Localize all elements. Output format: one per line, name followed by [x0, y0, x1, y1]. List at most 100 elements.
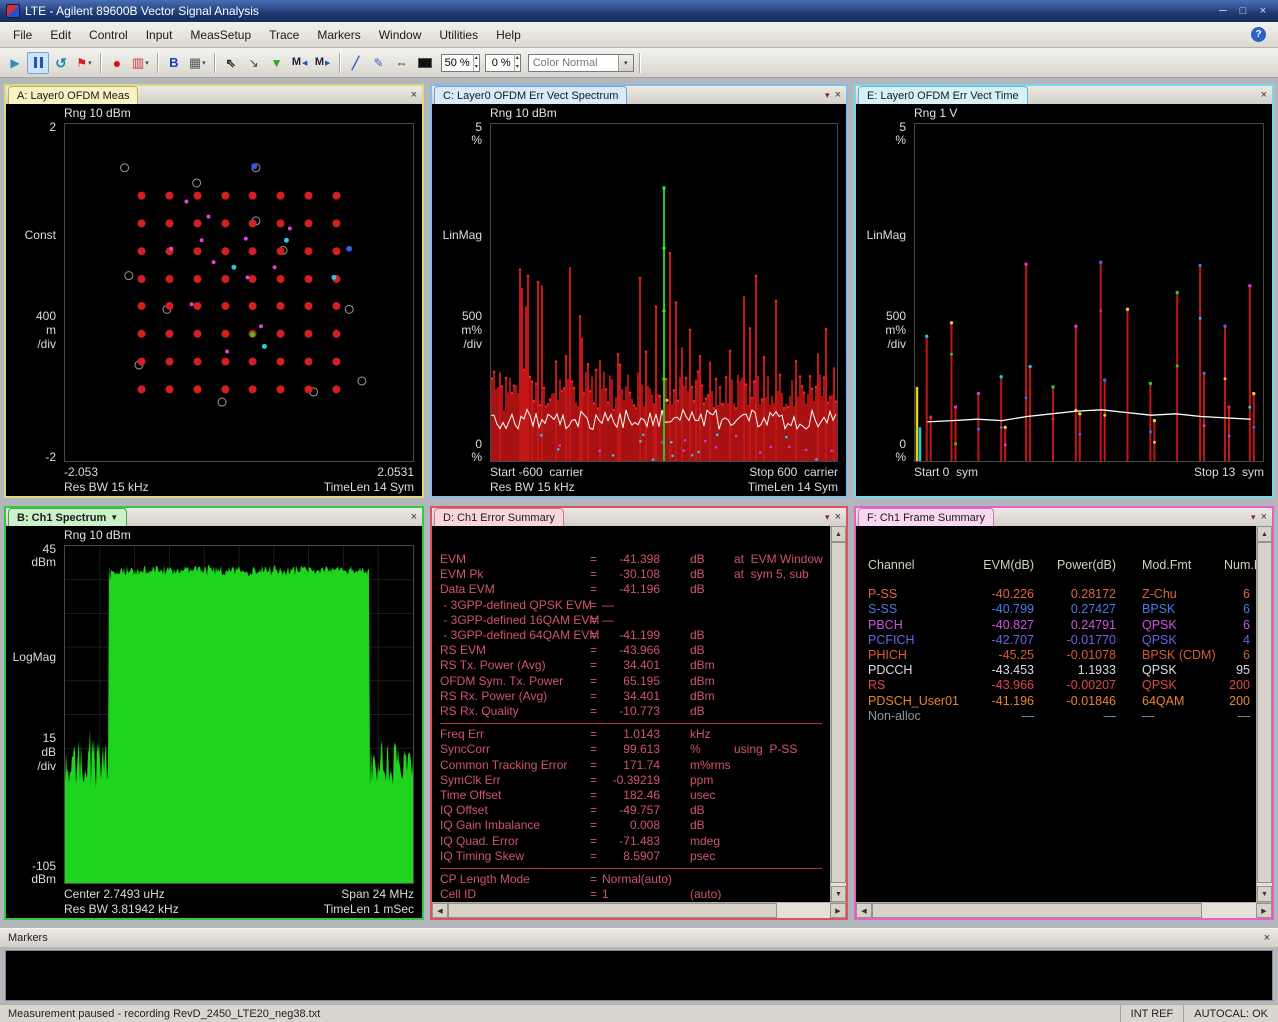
panel-d-vertical-scrollbar[interactable]: ▲ ▼	[830, 526, 846, 902]
play-button[interactable]: ▶	[4, 52, 26, 74]
panel-a-tab[interactable]: A: Layer0 OFDM Meas	[8, 86, 138, 104]
scroll-up-icon[interactable]: ▲	[831, 526, 846, 542]
select-tool-button[interactable]: ⇖	[220, 52, 242, 74]
record-dropdown-icon[interactable]: ▾	[145, 59, 149, 67]
b-tool-button[interactable]: B	[163, 52, 185, 74]
record-setup-button[interactable]: ▥▾	[129, 52, 152, 74]
panel-f-vertical-scrollbar[interactable]: ▲ ▼	[1256, 526, 1272, 902]
panel-f-close-icon[interactable]: ×	[1261, 512, 1267, 523]
menu-edit[interactable]: Edit	[41, 25, 80, 45]
restart-button[interactable]: ↺	[50, 52, 72, 74]
display-button[interactable]	[414, 52, 436, 74]
menu-markers[interactable]: Markers	[308, 25, 369, 45]
panel-e-plot-area[interactable]	[914, 123, 1264, 462]
menu-meassetup[interactable]: MeasSetup	[181, 25, 260, 45]
panel-c-close-icon[interactable]: ×	[835, 90, 841, 101]
panel-d-close-icon[interactable]: ×	[835, 512, 841, 523]
record-button[interactable]: ●	[106, 52, 128, 74]
minimize-button[interactable]: ─	[1214, 5, 1232, 17]
frame-summary-rows: P-SS-40.2260.28172Z-Chu6S-SS-40.7990.274…	[868, 587, 1250, 724]
y-axis-min-label: -2	[45, 451, 56, 464]
panel-d-menu-icon[interactable]: ▾	[825, 513, 830, 522]
panel-b-close-icon[interactable]: ×	[411, 512, 417, 523]
zoom-icon: ↘	[249, 57, 259, 69]
help-icon[interactable]: ?	[1251, 27, 1266, 42]
panel-d-horizontal-scrollbar[interactable]: ◀ ▶	[432, 902, 846, 918]
marker-right-button[interactable]: M▶	[312, 52, 334, 74]
marker-left-button[interactable]: M◀	[289, 52, 311, 74]
error-summary-row: RS EVM=-43.966dB	[440, 643, 826, 658]
scroll-down-icon[interactable]: ▼	[831, 886, 846, 902]
percent-input-1[interactable]: 50 % ▴▾	[441, 54, 480, 72]
constellation-plot[interactable]	[65, 124, 413, 461]
scroll-left-icon[interactable]: ◀	[432, 903, 448, 918]
scrollbar-thumb[interactable]	[872, 903, 1202, 918]
panel-c-tab[interactable]: C: Layer0 OFDM Err Vect Spectrum	[434, 86, 627, 104]
panel-a-close-icon[interactable]: ×	[411, 90, 417, 101]
menu-input[interactable]: Input	[137, 25, 182, 45]
menu-help[interactable]: Help	[487, 25, 530, 45]
layout-dropdown-icon[interactable]: ▾	[202, 59, 206, 67]
markers-content	[5, 950, 1273, 1001]
percent-input-2[interactable]: 0 % ▴▾	[485, 54, 521, 72]
panel-d-body: EVM=-41.398dBat EVM WindowEVM Pk=-30.108…	[432, 526, 846, 918]
pencil-icon: ✎	[374, 57, 384, 69]
scroll-right-icon[interactable]: ▶	[830, 903, 846, 918]
panel-a-plot-area[interactable]	[64, 123, 414, 462]
draw-line-button[interactable]: ╱	[345, 52, 367, 74]
panel-f-tab[interactable]: F: Ch1 Frame Summary	[858, 508, 994, 526]
close-button[interactable]: ×	[1254, 5, 1272, 17]
panel-e-tab[interactable]: E: Layer0 OFDM Err Vect Time	[858, 86, 1028, 104]
menu-trace[interactable]: Trace	[260, 25, 308, 45]
scrollbar-thumb[interactable]	[831, 542, 846, 883]
pause-on-trigger-button[interactable]: ⚑▾	[73, 52, 95, 74]
frame-summary-row-pdcch: PDCCH-43.4531.1933QPSK95	[868, 663, 1250, 678]
scroll-right-icon[interactable]: ▶	[1256, 903, 1272, 918]
scrollbar-track[interactable]	[872, 903, 1256, 918]
panel-e-y-axis: 5% LinMag 500m%/div 0%	[856, 123, 912, 462]
error-vector-spectrum-plot[interactable]	[491, 124, 837, 461]
axis-scale-button[interactable]: ⇔	[391, 52, 413, 74]
trigger-dropdown-icon[interactable]: ▾	[88, 59, 92, 67]
marker-left-arrow-icon: ◀	[302, 59, 307, 67]
scroll-down-icon[interactable]: ▼	[1257, 886, 1272, 902]
scrollbar-track[interactable]	[831, 542, 846, 886]
panel-b-plot-area[interactable]	[64, 545, 414, 884]
scrollbar-thumb[interactable]	[1257, 542, 1272, 883]
panel-c-menu-icon[interactable]: ▾	[825, 91, 830, 100]
panel-c-plot-area[interactable]	[490, 123, 838, 462]
error-summary-row: - 3GPP-defined QPSK EVM=—	[440, 598, 826, 613]
panel-b-tab[interactable]: B: Ch1 Spectrum ▼	[8, 508, 127, 526]
annotate-button[interactable]: ✎	[368, 52, 390, 74]
spinner-arrows-icon[interactable]: ▴▾	[514, 54, 520, 71]
zoom-tool-button[interactable]: ↘	[243, 52, 265, 74]
spinner-arrows-icon[interactable]: ▴▾	[473, 54, 479, 71]
layout-button[interactable]: ▦▾	[186, 52, 209, 74]
menu-window[interactable]: Window	[370, 25, 431, 45]
color-mode-select[interactable]: Color Normal ▾	[528, 54, 634, 72]
scrollbar-thumb[interactable]	[448, 903, 777, 918]
scroll-up-icon[interactable]: ▲	[1257, 526, 1272, 542]
error-vector-time-plot[interactable]	[915, 124, 1263, 461]
menu-control[interactable]: Control	[80, 25, 137, 45]
color-mode-dropdown-icon[interactable]: ▾	[618, 55, 633, 71]
maximize-button[interactable]: □	[1234, 5, 1252, 17]
error-summary-separator	[440, 868, 822, 869]
toolbar-separator	[157, 53, 158, 73]
panel-d-tab[interactable]: D: Ch1 Error Summary	[434, 508, 564, 526]
markers-close-icon[interactable]: ×	[1264, 933, 1270, 944]
scrollbar-track[interactable]	[448, 903, 830, 918]
panel-f-horizontal-scrollbar[interactable]: ◀ ▶	[856, 902, 1272, 918]
pause-button[interactable]	[27, 52, 49, 74]
peak-search-button[interactable]: ▼	[266, 52, 288, 74]
panel-e-close-icon[interactable]: ×	[1261, 90, 1267, 101]
panel-f-menu-icon[interactable]: ▾	[1251, 513, 1256, 522]
menu-utilities[interactable]: Utilities	[430, 25, 487, 45]
app-icon[interactable]	[6, 4, 20, 18]
menu-file[interactable]: File	[4, 25, 41, 45]
color-mode-value: Color Normal	[529, 57, 618, 69]
spectrum-plot[interactable]	[65, 546, 413, 883]
panel-b-trace-dropdown-icon[interactable]: ▼	[110, 513, 118, 522]
scrollbar-track[interactable]	[1257, 542, 1272, 886]
scroll-left-icon[interactable]: ◀	[856, 903, 872, 918]
